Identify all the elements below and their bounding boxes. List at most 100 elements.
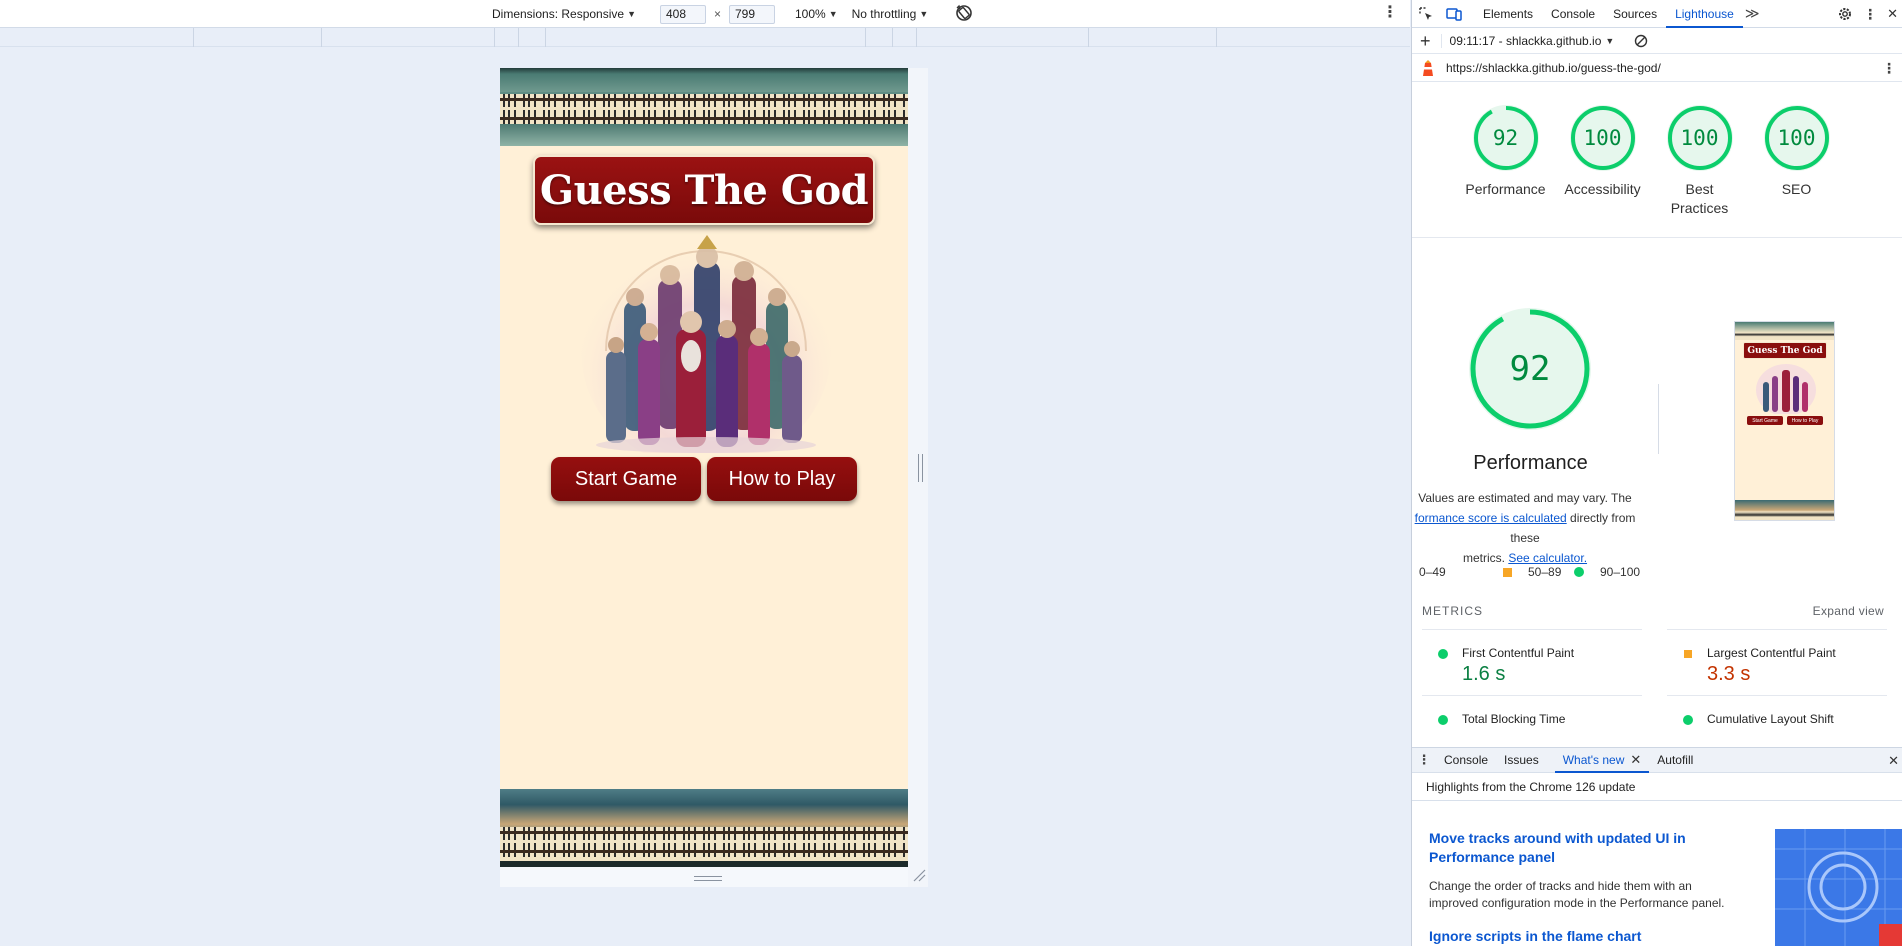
lighthouse-url-bar: https://shlackka.github.io/guess-the-god… (1412, 54, 1902, 82)
whats-new-body[interactable]: Move tracks around with updated UI in Pe… (1412, 801, 1902, 946)
metric-tbt: Total Blocking Time (1422, 695, 1642, 747)
tab-lighthouse[interactable]: Lighthouse (1666, 0, 1743, 28)
device-toggle-icon[interactable] (1440, 0, 1468, 28)
zoom-label: 100% (795, 7, 826, 21)
metric-name: Cumulative Layout Shift (1707, 712, 1834, 726)
score-calculated-link[interactable]: formance score is calculated (1415, 511, 1567, 525)
rotate-button[interactable] (954, 3, 974, 26)
device-toolbar: Dimensions: Responsive ▼ × 100% ▼ No thr… (0, 0, 1410, 28)
greek-border-top (500, 68, 908, 146)
expand-view-toggle[interactable]: Expand view (1813, 604, 1884, 618)
close-devtools-icon[interactable]: ✕ (1887, 6, 1898, 22)
metric-value: 1.6 s (1462, 663, 1506, 685)
start-game-button[interactable]: Start Game (551, 457, 701, 501)
resize-corner-icon[interactable] (912, 868, 926, 882)
legend-fail-label: 0–49 (1419, 565, 1446, 579)
how-to-play-button[interactable]: How to Play (707, 457, 857, 501)
devtools-tabbar: Elements Console Sources Lighthouse ≫ ⋮ … (1412, 0, 1902, 28)
score-value: 100 (1583, 126, 1622, 150)
dimensions-dropdown[interactable]: Dimensions: Responsive ▼ (492, 7, 636, 21)
ruler-tick (193, 28, 194, 47)
height-input[interactable] (729, 4, 775, 24)
tab-elements[interactable]: Elements (1474, 0, 1542, 28)
caret-down-icon: ▼ (1605, 35, 1615, 46)
metric-name: Largest Contentful Paint (1707, 646, 1836, 660)
ruler-tick (545, 28, 546, 47)
audited-url: https://shlackka.github.io/guess-the-god… (1446, 60, 1661, 75)
whats-new-illustration (1775, 829, 1902, 946)
score-label: Accessibility (1564, 181, 1641, 197)
greek-border-bottom (500, 789, 908, 867)
score-gauge: 100 (1666, 105, 1733, 171)
media-query-ruler[interactable] (0, 28, 1410, 47)
inspect-element-icon[interactable] (1412, 0, 1440, 28)
gauge-seo[interactable]: 100 SEO (1748, 105, 1845, 218)
drawer-tab-issues[interactable]: Issues (1496, 747, 1547, 773)
metrics-header: METRICS Expand view (1422, 604, 1892, 620)
thumbnail-btn: How to Play (1787, 416, 1823, 425)
score-label: SEO (1781, 181, 1812, 197)
throttling-dropdown[interactable]: No throttling ▼ (852, 7, 929, 21)
times-sign: × (713, 7, 721, 21)
score-disclaimer: Values are estimated and may vary. The f… (1412, 488, 1644, 568)
tab-console[interactable]: Console (1542, 0, 1604, 28)
ruler-tick (518, 28, 519, 47)
score-gauges: 92 Performance 100 Accessibility 100 Bes… (1457, 105, 1845, 218)
pass-circle-icon (1438, 715, 1448, 725)
note-line: metrics. (1462, 551, 1509, 565)
performance-main-gauge: 92 (1469, 308, 1591, 430)
ruler-tick (1216, 28, 1217, 47)
performance-main-score: 92 (1509, 349, 1551, 389)
width-input[interactable] (659, 4, 706, 24)
more-options-icon[interactable]: ⋮ (1382, 5, 1398, 21)
drawer-tab-autofill[interactable]: Autofill (1649, 747, 1701, 773)
score-legend: 0–49 50–89 90–100 (1419, 565, 1669, 585)
settings-gear-icon[interactable] (1837, 6, 1853, 22)
more-tabs-icon[interactable]: ≫ (1745, 5, 1760, 22)
legend-fail: 0–49 (1419, 565, 1446, 579)
report-select-label: 09:11:17 - shlackka.github.io (1449, 33, 1602, 48)
whats-new-header: Highlights from the Chrome 126 update (1412, 773, 1902, 801)
final-screenshot-thumbnail[interactable]: Guess The God Start Game How to Play (1734, 321, 1835, 521)
legend-average-label: 50–89 (1528, 565, 1562, 579)
whats-new-item-text: Change the order of tracks and hide them… (1429, 879, 1725, 910)
gauge-performance[interactable]: 92 Performance (1457, 105, 1554, 218)
ruler-tick (494, 28, 495, 47)
report-select-dropdown[interactable]: 09:11:17 - shlackka.github.io ▼ (1440, 33, 1615, 48)
lighthouse-report[interactable]: 92 Performance 100 Accessibility 100 Bes… (1412, 83, 1902, 747)
drawer-tabbar: ⋮ Console Issues What's new ✕ Autofill ✕ (1412, 747, 1902, 773)
whats-new-item-title[interactable]: Move tracks around with updated UI in Pe… (1429, 829, 1686, 867)
clear-reports-icon[interactable] (1634, 34, 1648, 48)
metric-fcp: First Contentful Paint 1.6 s (1422, 629, 1642, 695)
drawer-tab-console[interactable]: Console (1436, 747, 1496, 773)
caret-down-icon: ▼ (627, 9, 636, 19)
whats-new-item-title[interactable]: Ignore scripts in the flame chart (1429, 927, 1641, 946)
resize-handle-bottom[interactable] (694, 876, 722, 881)
tab-sources[interactable]: Sources (1604, 0, 1666, 28)
close-tab-icon[interactable]: ✕ (1630, 752, 1641, 768)
drawer-more-icon[interactable]: ⋮ (1412, 752, 1436, 768)
new-report-plus-icon[interactable]: + (1420, 32, 1431, 50)
drawer-tab-whats-new[interactable]: What's new ✕ (1554, 747, 1650, 773)
average-square-icon (1503, 567, 1512, 577)
score-value: 100 (1777, 126, 1816, 150)
score-gauge: 100 (1763, 105, 1830, 171)
note-line: Values are estimated and may vary. The (1418, 491, 1632, 505)
ruler-tick (321, 28, 322, 47)
ruler-tick (892, 28, 893, 47)
zoom-dropdown[interactable]: 100% ▼ (795, 7, 838, 21)
page-title: Guess The God (539, 166, 869, 214)
gods-illustration (581, 233, 831, 453)
gauge-accessibility[interactable]: 100 Accessibility (1554, 105, 1651, 218)
score-gauge: 92 (1472, 105, 1539, 171)
legend-pass-label: 90–100 (1600, 565, 1641, 579)
close-drawer-icon[interactable]: ✕ (1888, 753, 1899, 769)
rotate-icon (956, 4, 973, 21)
more-options-icon[interactable]: ⋮ (1863, 6, 1877, 23)
dimensions-label: Dimensions: Responsive (492, 7, 625, 21)
metric-name: First Contentful Paint (1462, 646, 1575, 660)
report-options-icon[interactable]: ⋮ (1882, 60, 1896, 77)
gauge-best-practices[interactable]: 100 Best Practices (1651, 105, 1748, 218)
see-calculator-link[interactable]: See calculator. (1508, 551, 1587, 565)
resize-handle-right[interactable] (918, 454, 923, 482)
